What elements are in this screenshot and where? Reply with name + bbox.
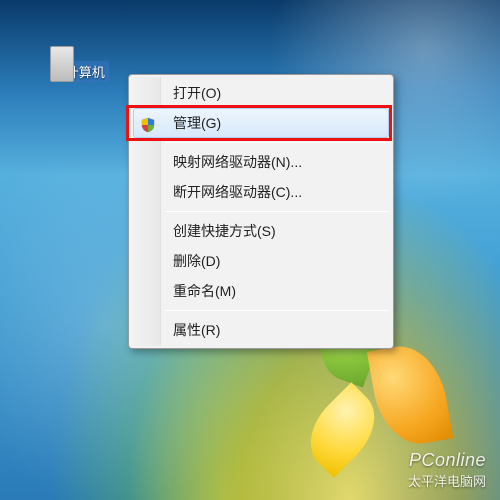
menu-item-delete[interactable]: 删除(D) <box>133 246 389 276</box>
menu-item-label: 断开网络驱动器(C)... <box>173 184 302 200</box>
menu-item-create-shortcut[interactable]: 创建快捷方式(S) <box>133 216 389 246</box>
menu-item-manage[interactable]: 管理(G) <box>133 108 389 138</box>
menu-item-label: 属性(R) <box>173 322 220 338</box>
menu-separator <box>165 310 389 311</box>
menu-separator <box>165 142 389 143</box>
context-menu: 打开(O) 管理(G) 映射网络驱动器(N)... 断开网络驱动器(C)... … <box>128 74 394 349</box>
menu-item-rename[interactable]: 重命名(M) <box>133 276 389 306</box>
watermark: PConline 太平洋电脑网 <box>408 450 486 490</box>
menu-item-open[interactable]: 打开(O) <box>133 78 389 108</box>
desktop-icon-computer[interactable]: 计算机 <box>40 55 120 82</box>
watermark-line1: PConline <box>408 450 486 471</box>
menu-item-label: 重命名(M) <box>173 283 236 299</box>
menu-item-disconnect-network-drive[interactable]: 断开网络驱动器(C)... <box>133 177 389 207</box>
menu-item-label: 创建快捷方式(S) <box>173 223 276 239</box>
menu-separator <box>165 211 389 212</box>
menu-item-label: 映射网络驱动器(N)... <box>173 154 302 170</box>
menu-item-label: 打开(O) <box>173 85 221 101</box>
menu-item-label: 管理(G) <box>173 115 221 131</box>
watermark-line2: 太平洋电脑网 <box>408 471 486 490</box>
menu-item-map-network-drive[interactable]: 映射网络驱动器(N)... <box>133 147 389 177</box>
menu-item-properties[interactable]: 属性(R) <box>133 315 389 345</box>
uac-shield-icon <box>140 114 158 132</box>
menu-item-label: 删除(D) <box>173 253 220 269</box>
